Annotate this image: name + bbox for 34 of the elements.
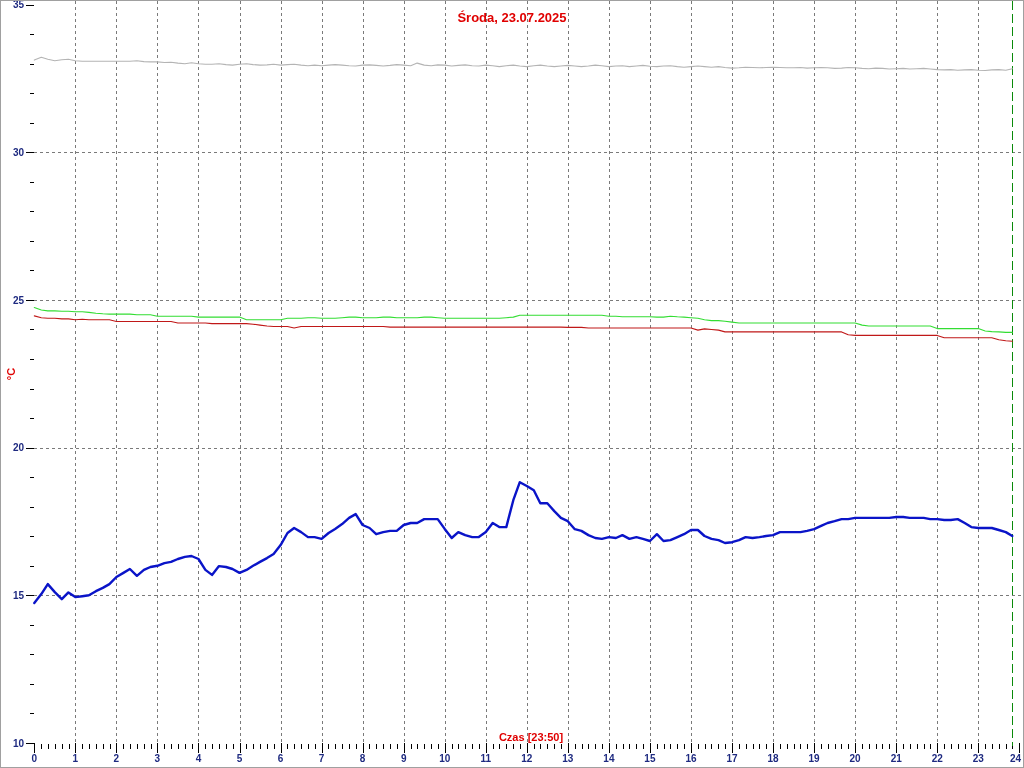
y-tick-label: 30 <box>12 146 24 158</box>
x-axis-label: Czas [23:50] <box>498 731 564 743</box>
x-tick-label: 10 <box>439 753 451 764</box>
y-tick-label: 15 <box>12 589 24 601</box>
x-tick-label: 15 <box>644 753 656 764</box>
x-tick-label: 4 <box>195 753 202 764</box>
x-tick-label: 19 <box>808 753 820 764</box>
x-tick-label: 8 <box>359 753 366 764</box>
chart-title: Środa, 23.07.2025 <box>457 10 567 25</box>
x-tick-label: 7 <box>318 753 325 764</box>
x-tick-label: 14 <box>603 753 615 764</box>
y-tick-label: 20 <box>12 442 24 454</box>
y-tick-label: 10 <box>12 737 24 749</box>
x-tick-label: 18 <box>767 753 779 764</box>
y-tick-label: 35 <box>12 1 24 11</box>
x-tick-label: 5 <box>236 753 243 764</box>
x-tick-label: 20 <box>849 753 861 764</box>
x-tick-label: 2 <box>113 753 120 764</box>
x-tick-label: 17 <box>726 753 738 764</box>
x-tick-label: 0 <box>31 753 38 764</box>
x-tick-label: 22 <box>931 753 943 764</box>
x-tick-label: 3 <box>154 753 161 764</box>
x-tick-label: 11 <box>480 753 492 764</box>
x-tick-label: 13 <box>562 753 574 764</box>
x-tick-label: 12 <box>521 753 533 764</box>
x-tick-label: 1 <box>72 753 79 764</box>
y-axis-label: °C <box>5 367 17 381</box>
x-tick-label: 6 <box>277 753 284 764</box>
x-tick-label: 16 <box>685 753 697 764</box>
y-tick-label: 25 <box>12 294 24 306</box>
x-tick-label: 21 <box>890 753 902 764</box>
x-tick-label: 24 <box>1009 753 1021 764</box>
x-tick-label: 9 <box>400 753 407 764</box>
x-tick-label: 23 <box>972 753 984 764</box>
